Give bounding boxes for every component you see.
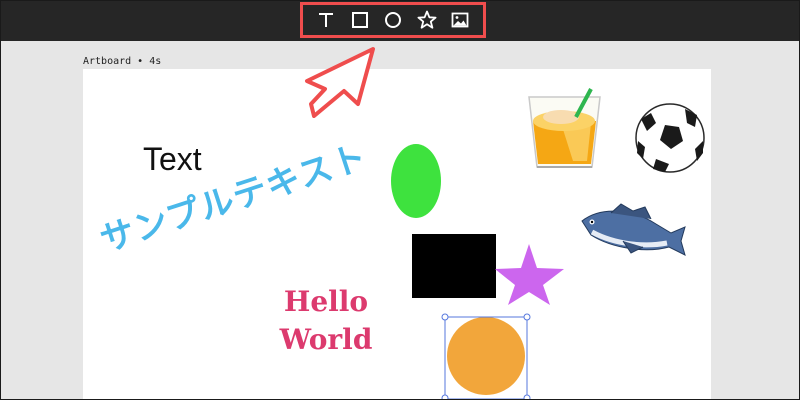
hello-line: Hello xyxy=(283,285,369,318)
black-rectangle[interactable] xyxy=(412,234,496,298)
orange-juice-image[interactable] xyxy=(528,88,601,168)
text-element[interactable]: Text xyxy=(143,141,202,178)
canvas-graphics xyxy=(305,47,705,400)
selection-handle[interactable] xyxy=(523,313,531,321)
purple-star[interactable] xyxy=(495,244,564,305)
world-line: World xyxy=(279,323,373,356)
editor-window: Artboard • 4s Text サンプルテキスト Hello World xyxy=(0,0,800,400)
soccer-ball-image[interactable] xyxy=(635,103,705,173)
pointer-arrow-icon xyxy=(305,47,375,118)
fish-image[interactable] xyxy=(581,203,686,256)
selection-handle[interactable] xyxy=(523,394,531,400)
hello-world-text[interactable]: Hello World xyxy=(271,283,381,359)
orange-circle[interactable] xyxy=(447,317,525,395)
selection-handle[interactable] xyxy=(441,313,449,321)
green-ellipse[interactable] xyxy=(391,144,441,218)
selection-handle[interactable] xyxy=(441,394,449,400)
